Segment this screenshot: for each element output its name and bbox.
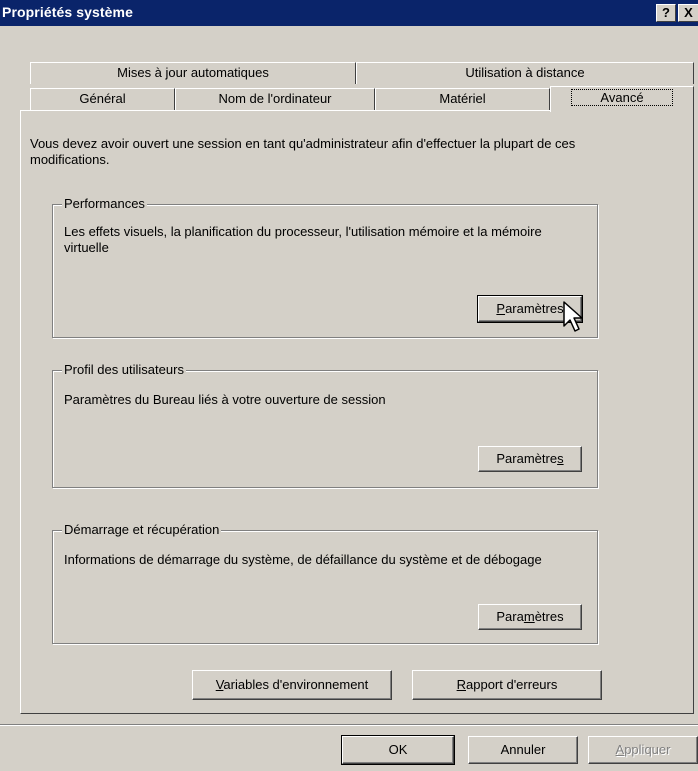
performance-settings-label: aramètres bbox=[505, 301, 564, 316]
error-reporting-button[interactable]: Rapport d'erreurs bbox=[412, 670, 602, 700]
cancel-button[interactable]: Annuler bbox=[468, 736, 578, 764]
startup-recovery-description: Informations de démarrage du système, de… bbox=[64, 552, 542, 567]
user-profiles-settings-mnemonic: s bbox=[557, 451, 564, 466]
apply-button[interactable]: Appliquer bbox=[588, 736, 698, 764]
apply-label: ppliquer bbox=[624, 742, 671, 757]
apply-mnemonic: A bbox=[615, 742, 625, 757]
error-reporting-label: apport d'erreurs bbox=[466, 677, 558, 692]
user-profiles-description: Paramètres du Bureau liés à votre ouvert… bbox=[64, 392, 386, 407]
window-title: Propriétés système bbox=[2, 4, 133, 20]
startup-recovery-settings-label-end: ètres bbox=[534, 609, 564, 624]
user-profiles-legend: Profil des utilisateurs bbox=[62, 362, 186, 378]
error-reporting-mnemonic: R bbox=[456, 677, 466, 692]
startup-recovery-settings-mnemonic: m bbox=[523, 609, 535, 624]
title-bar[interactable]: Propriétés système ? X bbox=[0, 0, 698, 26]
tab-computer-name[interactable]: Nom de l'ordinateur bbox=[175, 88, 375, 110]
tab-hardware[interactable]: Matériel bbox=[375, 88, 550, 110]
performance-settings-mnemonic: P bbox=[496, 301, 506, 316]
user-profiles-settings-label: Paramètre bbox=[496, 451, 558, 466]
startup-recovery-settings-button[interactable]: Paramètres bbox=[478, 604, 582, 630]
tab-general[interactable]: Général bbox=[30, 88, 175, 110]
help-button[interactable]: ? bbox=[656, 4, 676, 22]
tab-advanced[interactable]: Avancé bbox=[550, 86, 694, 112]
tab-advanced-label: Avancé bbox=[571, 89, 673, 106]
ok-button[interactable]: OK bbox=[341, 735, 455, 765]
admin-note: Vous devez avoir ouvert une session en t… bbox=[30, 136, 576, 167]
system-properties-window: Propriétés système ? X Mises à jour auto… bbox=[0, 0, 698, 771]
tab-automatic-updates[interactable]: Mises à jour automatiques bbox=[30, 62, 356, 84]
tab-remote-usage[interactable]: Utilisation à distance bbox=[356, 62, 694, 84]
user-profiles-settings-button[interactable]: Paramètres bbox=[478, 446, 582, 472]
performances-description: Les effets visuels, la planification du … bbox=[64, 224, 542, 255]
startup-recovery-settings-label: Para bbox=[496, 609, 524, 624]
environment-variables-button[interactable]: Variables d'environnement bbox=[192, 670, 392, 700]
close-button[interactable]: X bbox=[678, 4, 698, 22]
startup-recovery-legend: Démarrage et récupération bbox=[62, 522, 222, 538]
performances-legend: Performances bbox=[62, 196, 147, 212]
environment-variables-label: ariables d'environnement bbox=[223, 677, 369, 692]
mouse-pointer-icon bbox=[563, 301, 583, 332]
footer-separator bbox=[0, 724, 698, 726]
